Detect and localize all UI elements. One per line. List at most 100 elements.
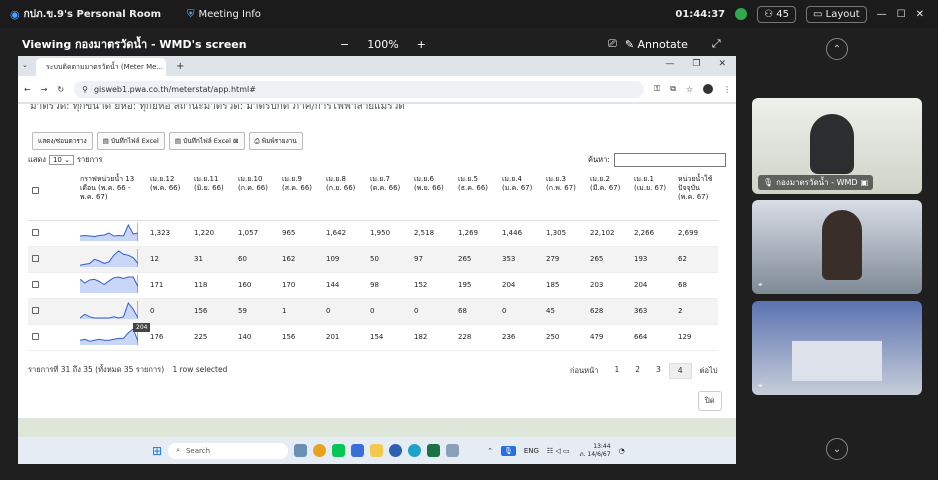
translate-icon[interactable]: ⧉ [670,84,676,94]
taskbar-clock[interactable]: 13:44 ภ. 14/6/67 [580,443,611,459]
row-checkbox[interactable] [32,332,39,340]
column-header[interactable]: หน่วยน้ำใช้ปัจจุบัน (พ.ค. 67) [674,172,718,221]
line-app-icon[interactable] [332,444,346,457]
browser-close-icon[interactable]: ✕ [718,59,726,69]
layout-label: Layout [825,8,860,20]
gallery-app-icon[interactable] [294,444,308,457]
scroll-down-button[interactable]: ⌄ [826,438,848,460]
table-row[interactable]: 1,323 1,220 1,057 965 1,642 1,950 2,518 1,269 1,… [28,220,718,247]
column-header[interactable]: เม.ย.1 (เม.ย. 67) [630,172,674,221]
pagination-page-4[interactable]: 4 [668,363,692,379]
annotate-label: Annotate [637,37,688,51]
video-tile-3[interactable]: ⌖ [752,301,922,395]
save-excel-2-button[interactable]: ▤ บันทึกไฟล์ Excel ⊠ [168,132,245,150]
row-checkbox[interactable] [32,228,39,236]
zoom-out-button[interactable]: − [340,38,349,51]
maximize-icon[interactable]: ☐ [897,9,906,20]
participants-button[interactable]: ⚇ 45 [757,5,796,23]
usage-sparkline[interactable] [79,249,139,267]
select-all-checkbox[interactable] [32,187,39,194]
close-modal-button[interactable]: ปิด [698,391,722,411]
column-header[interactable]: เม.ย.6 (พ.ย. 66) [410,172,454,221]
site-info-icon[interactable]: ⚲ [82,85,88,94]
folder-app-icon[interactable] [370,444,384,457]
column-header[interactable]: เม.ย.7 (ต.ค. 66) [366,172,410,221]
column-header[interactable]: เม.ย.2 (มี.ค. 67) [586,172,630,221]
excel-icon: ▤ [174,137,184,145]
bookmark-star-icon[interactable]: ☆ [686,85,693,94]
tab-menu-icon[interactable]: ⌄ [22,61,28,69]
wifi-volume-icons[interactable]: ☷ ◁ ▭ [547,447,570,455]
notification-icon[interactable]: ◔ [619,447,625,455]
table-row[interactable]: 176 225 140 156 201 154 182 228 236 250 479 664 129 [28,324,718,351]
chrome-app-icon[interactable] [313,444,327,457]
new-tab-button[interactable]: + [176,61,184,72]
pagination-next[interactable]: ต่อไป [692,363,726,379]
scroll-up-button[interactable]: ⌃ [826,38,848,60]
browser-menu-icon[interactable]: ⋮ [723,85,731,94]
column-header[interactable]: เม.ย.9 (ส.ค. 66) [278,172,322,221]
profile-icon[interactable] [703,84,714,94]
layout-button[interactable]: ▭ Layout [806,5,867,23]
column-header[interactable]: เม.ย.5 (ธ.ค. 66) [454,172,498,221]
column-header[interactable]: เม.ย.8 (ก.ย. 66) [322,172,366,221]
sparkline-area [80,251,138,267]
windows-start-icon[interactable]: ⊞ [152,444,162,458]
taskbar-search[interactable]: ⌕ Search [168,442,289,459]
column-header[interactable]: เม.ย.12 (พ.ค. 66) [146,172,190,221]
browser-minimize-icon[interactable]: — [665,59,674,69]
participants-icon: ⚇ [764,8,777,20]
pagination-page-2[interactable]: 2 [627,363,648,379]
pagination-prev[interactable]: ก่อนหน้า [562,363,606,379]
room-title[interactable]: ◉ กปภ.ข.9's Personal Room [10,7,161,22]
column-header[interactable]: เม.ย.3 (ก.พ. 67) [542,172,586,221]
pagination-page-1[interactable]: 1 [606,363,627,379]
chevron-up-icon[interactable]: ⌃ [487,447,493,455]
toggle-table-button[interactable]: แสดง/ซ่อนตาราง [32,132,93,150]
meeting-info-button[interactable]: ⛨ Meeting Info [187,9,261,20]
column-header[interactable]: เม.ย.10 (ก.ค. 66) [234,172,278,221]
table-row[interactable]: 0 156 59 1 0 0 0 68 0 45 628 363 2 [28,298,718,325]
photos-app-icon[interactable] [446,444,460,457]
usage-sparkline[interactable] [79,223,139,241]
forward-icon[interactable]: → [41,85,48,94]
page-length-select[interactable]: 10 ⌄ [48,155,74,165]
usage-sparkline[interactable] [79,301,139,319]
column-header[interactable]: เม.ย.4 (ม.ค. 67) [498,172,542,221]
edge-app-icon[interactable] [408,444,422,457]
language-indicator[interactable]: ENG [524,447,539,455]
address-bar[interactable]: ⚲ gisweb1.pwa.co.th/meterstat/app.html# [74,80,645,98]
row-checkbox[interactable] [32,306,39,314]
reload-icon[interactable]: ↻ [57,85,64,94]
print-button[interactable]: ⎙ พิมพ์รายงาน [248,132,303,150]
browser-restore-icon[interactable]: ❐ [692,59,700,69]
key-icon[interactable]: ⚿ [654,84,660,94]
column-header[interactable]: กราฟหน่วยน้ำ 13 เดือน (พ.ค. 66 - พ.ค. 67… [76,172,146,221]
close-icon[interactable]: ✕ [916,9,924,20]
row-checkbox[interactable] [32,254,39,262]
usage-sparkline[interactable] [79,327,139,345]
browser-tab[interactable]: ระบบติดตามมาตรวัดน้ำ (Meter Me... ✕ [36,58,166,76]
webex-app-icon[interactable] [389,444,403,457]
row-checkbox[interactable] [32,280,39,288]
annotate-button[interactable]: ✎ Annotate [625,38,688,51]
app-icon[interactable] [351,444,365,457]
fullscreen-icon[interactable]: ⤢ [712,37,721,51]
search-input[interactable] [613,153,726,167]
table-row[interactable]: 12 31 60 162 109 50 97 265 353 279 265 193 62 [28,246,718,273]
table-cell: 203 [586,272,630,299]
column-header[interactable]: เม.ย.11 (มิ.ย. 66) [190,172,234,221]
table-row[interactable]: 171 118 160 170 144 98 152 195 204 185 203 204 68 [28,272,718,299]
minimize-icon[interactable]: — [877,9,887,20]
video-tile-wmd[interactable]: 🎙 กองมาตรวัดน้ำ - WMD ▣ [752,98,922,194]
remote-control-icon[interactable]: ⎚ [608,37,617,51]
excel-app-icon[interactable] [427,444,441,457]
save-excel-button[interactable]: ▤ บันทึกไฟล์ Excel [96,132,165,150]
table-cell: 176 [146,324,190,351]
microphone-icon[interactable]: 🎙 [500,445,516,456]
usage-sparkline[interactable] [79,275,139,293]
video-tile-2[interactable]: ⌖ [752,200,922,294]
pagination-page-3[interactable]: 3 [648,363,669,379]
back-icon[interactable]: ← [24,85,31,94]
zoom-in-button[interactable]: + [417,38,426,51]
